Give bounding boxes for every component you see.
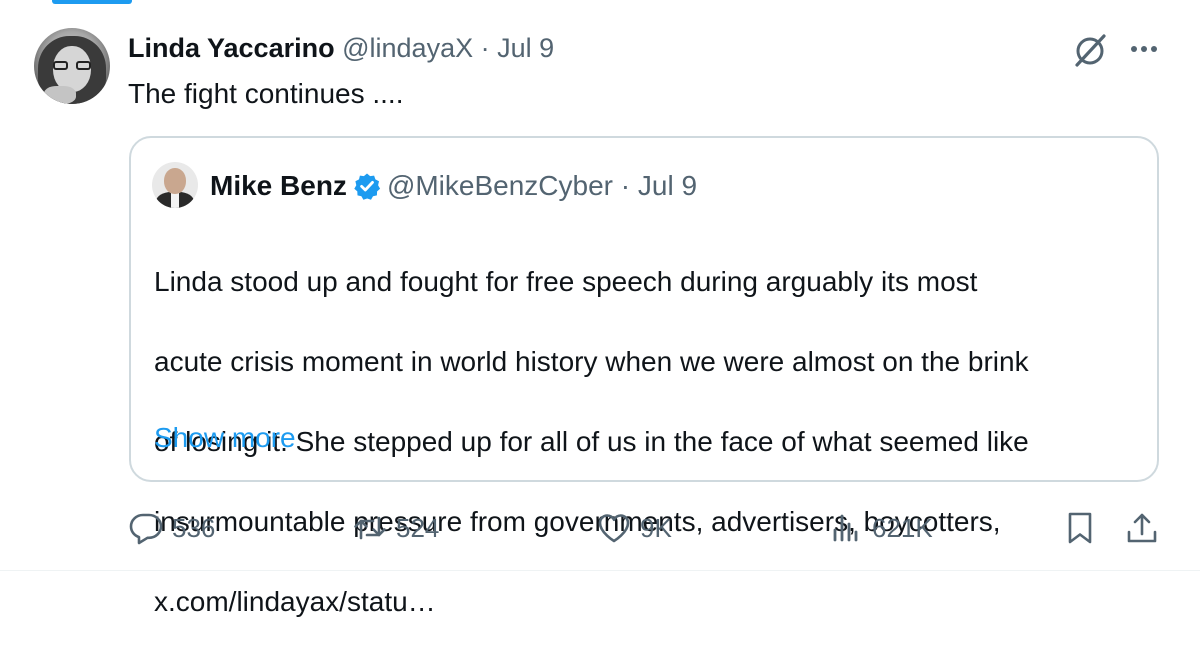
quoted-text-link[interactable]: x.com/lindayax/statu… [154,582,1144,622]
repost-button[interactable]: 524 [352,510,439,546]
bookmark-icon [1068,512,1092,544]
like-icon [598,514,630,543]
bookmark-button[interactable] [1062,510,1106,546]
quoted-tweet-date[interactable]: Jul 9 [638,167,697,205]
tweet-date[interactable]: Jul 9 [497,33,554,63]
author-handle[interactable]: @lindayaX [342,33,473,63]
tweet-text: The fight continues .... [128,78,404,109]
repost-icon [354,516,386,540]
reply-icon [129,513,163,545]
author-avatar[interactable] [34,28,110,104]
like-button[interactable]: 9K [596,510,672,546]
quoted-text-line: Linda stood up and fought for free speec… [154,266,978,297]
quoted-tweet-header: Mike Benz @MikeBenzCyber · Jul 9 [210,167,697,205]
quoted-author-handle[interactable]: @MikeBenzCyber [387,167,613,205]
repost-count: 524 [396,512,440,543]
reply-count: 536 [172,512,216,543]
quoted-text-line: acute crisis moment in world history whe… [154,346,1029,377]
reply-button[interactable]: 536 [128,510,215,546]
quoted-author-avatar[interactable] [152,162,198,208]
header-separator: · [480,33,490,63]
like-count: 9K [640,512,672,543]
share-button[interactable] [1124,510,1168,546]
views-button[interactable]: 621K [828,510,933,546]
quoted-header-separator: · [620,170,631,201]
author-name[interactable]: Linda Yaccarino [128,33,335,63]
show-more-link[interactable]: Show more [154,420,296,456]
tweet-header: Linda Yaccarino @lindayaX · Jul 9 [128,30,554,66]
quoted-text-line: of losing it. She stepped up for all of … [154,426,1029,457]
grok-icon[interactable] [1070,30,1110,70]
verified-badge-icon [354,173,381,200]
share-icon [1127,513,1157,543]
quoted-author-name[interactable]: Mike Benz [210,167,347,205]
more-options-icon[interactable] [1124,34,1164,64]
views-icon [833,514,858,542]
views-count: 621K [872,512,933,543]
quoted-tweet-text: Linda stood up and fought for free speec… [154,222,1144,662]
active-tab-indicator [52,0,132,4]
